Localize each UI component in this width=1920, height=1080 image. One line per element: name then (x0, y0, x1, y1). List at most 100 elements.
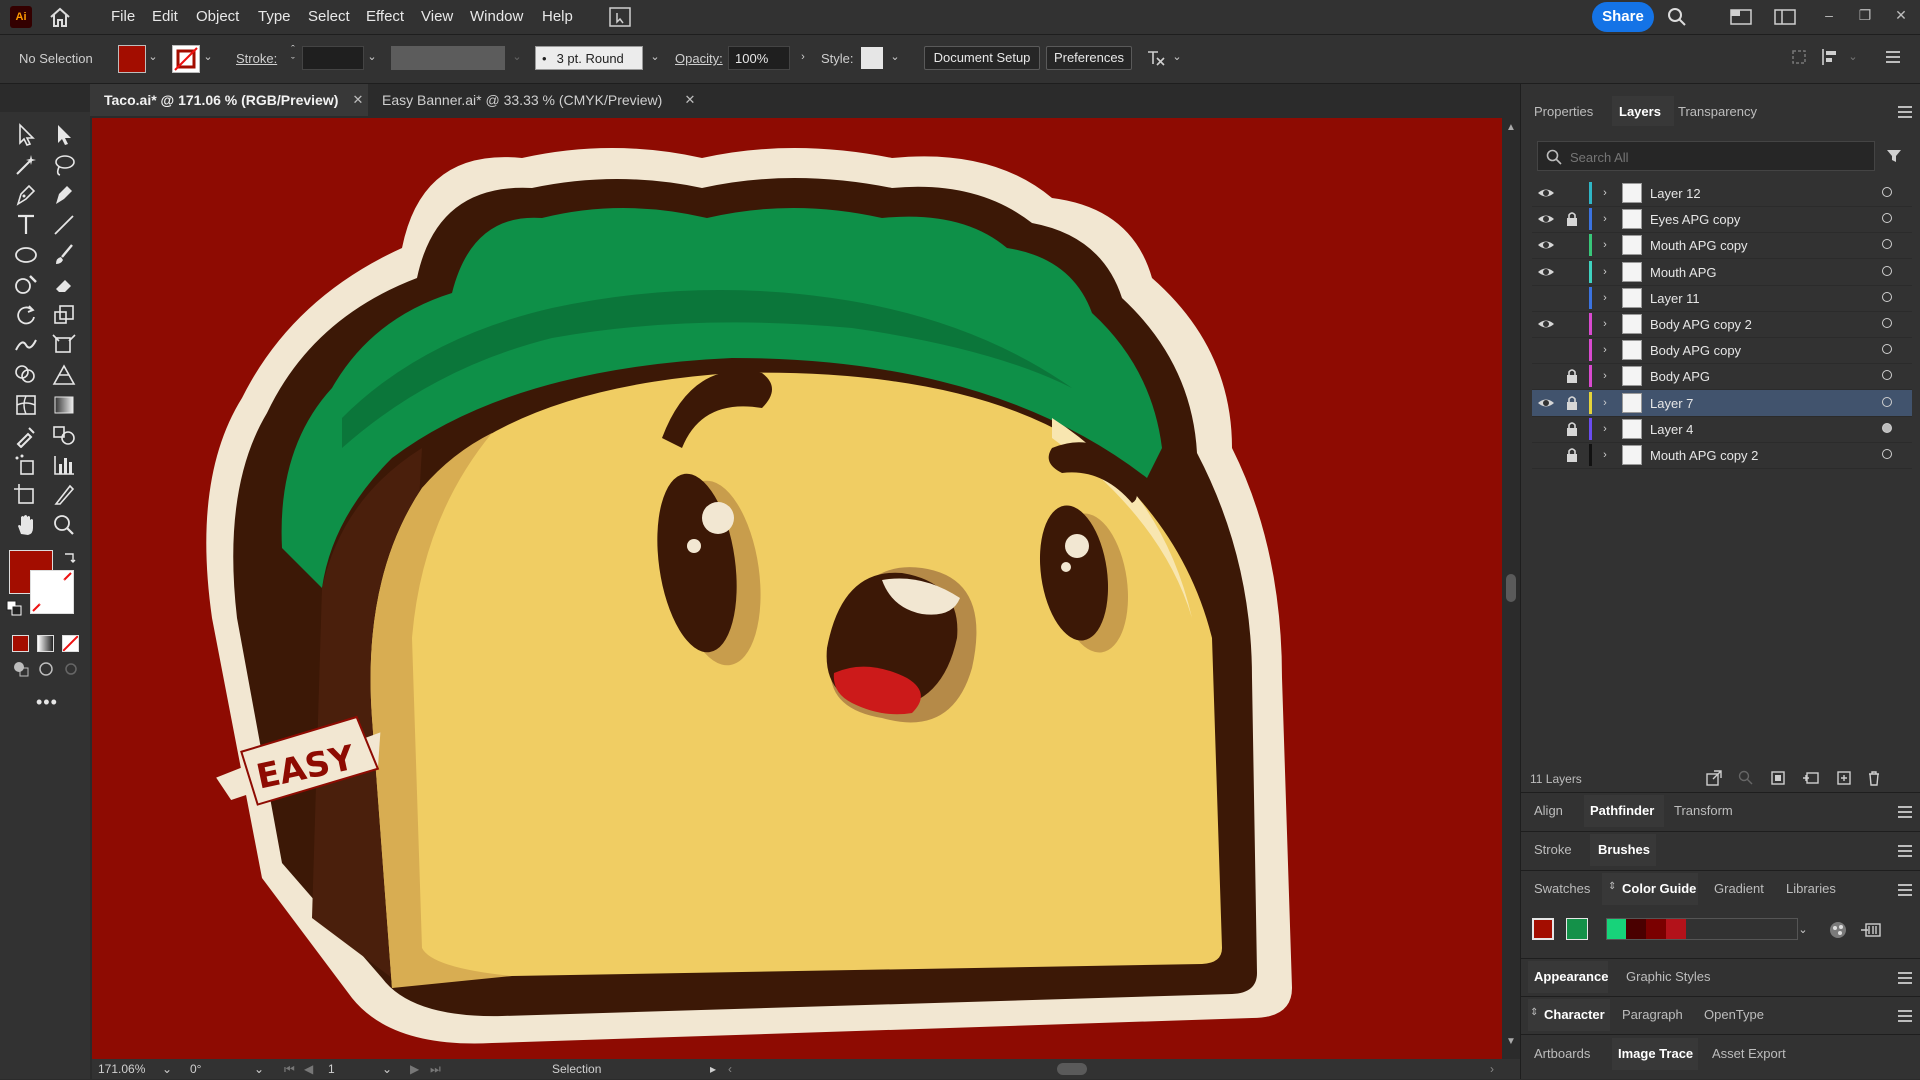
tab-layers-label[interactable]: Layers (1619, 104, 1661, 119)
close-tab-taco-icon[interactable]: ✕ (348, 84, 368, 116)
lock-toggle[interactable] (1562, 419, 1582, 439)
create-new-layer-icon[interactable] (1836, 770, 1852, 786)
artboard-chevron-icon[interactable]: ⌄ (382, 1062, 392, 1076)
mesh-tool-icon[interactable] (12, 392, 40, 418)
menu-file[interactable]: File (111, 8, 135, 25)
layer-row[interactable]: › Mouth APG copy (1532, 232, 1912, 260)
layer-name[interactable]: Layer 4 (1650, 422, 1693, 437)
arrange-documents-icon[interactable] (609, 7, 631, 27)
layer-name[interactable]: Mouth APG (1650, 265, 1716, 280)
search-icon[interactable] (1666, 7, 1688, 27)
tab-appearance-label[interactable]: Appearance (1534, 969, 1608, 984)
artboard-canvas[interactable]: EASY (92, 118, 1502, 1059)
paintbrush-tool-icon[interactable] (50, 242, 78, 268)
expand-chevron-icon[interactable]: › (1598, 315, 1612, 333)
target-circle-icon[interactable] (1882, 396, 1892, 407)
layer-name[interactable]: Layer 7 (1650, 396, 1693, 411)
magic-wand-tool-icon[interactable] (12, 152, 40, 178)
visibility-toggle[interactable] (1536, 314, 1556, 334)
control-bar-menu-icon[interactable] (1886, 51, 1900, 63)
tab-stroke-label[interactable]: Stroke (1534, 842, 1572, 857)
scroll-left-icon[interactable]: ‹ (728, 1062, 732, 1076)
zoom-chevron-icon[interactable]: ⌄ (162, 1062, 172, 1076)
gradient-mode-button[interactable] (37, 635, 54, 652)
shaper-tool-icon[interactable] (12, 272, 40, 298)
transform-icon[interactable] (1790, 48, 1808, 66)
tab-asset-export-label[interactable]: Asset Export (1712, 1046, 1786, 1061)
tab-character-label[interactable]: Character (1544, 1007, 1605, 1022)
visibility-toggle[interactable] (1536, 393, 1556, 413)
tab-brushes-label[interactable]: Brushes (1598, 842, 1650, 857)
lock-toggle[interactable] (1562, 340, 1582, 360)
opacity-arrow-icon[interactable]: › (796, 48, 810, 66)
eyedropper-tool-icon[interactable] (12, 422, 40, 448)
artboard-number[interactable]: 1 (328, 1062, 335, 1076)
minimize-icon[interactable]: – (1814, 4, 1844, 26)
export-layer-icon[interactable] (1706, 770, 1722, 786)
workspace-switcher-icon[interactable] (1730, 7, 1752, 27)
menu-view[interactable]: View (421, 8, 453, 25)
tab-artboards-label[interactable]: Artboards (1534, 1046, 1590, 1061)
delete-layer-icon[interactable] (1866, 770, 1882, 786)
layer-name[interactable]: Layer 11 (1650, 291, 1700, 306)
lock-toggle[interactable] (1562, 183, 1582, 203)
tab-paragraph-label[interactable]: Paragraph (1622, 1007, 1683, 1022)
harmony-swatch-2[interactable] (1606, 918, 1626, 940)
restore-icon[interactable]: ❐ (1850, 4, 1880, 26)
tab-swatches-label[interactable]: Swatches (1534, 881, 1590, 896)
draw-inside-icon[interactable] (62, 660, 80, 678)
make-clipping-mask-icon[interactable] (1770, 770, 1786, 786)
visibility-toggle[interactable] (1536, 183, 1556, 203)
layers-panel-menu-icon[interactable] (1898, 106, 1912, 118)
slice-tool-icon[interactable] (50, 482, 78, 508)
close-window-icon[interactable]: ✕ (1886, 4, 1916, 26)
harmony-rules-chevron-icon[interactable]: ⌄ (1796, 921, 1810, 939)
visibility-toggle[interactable] (1536, 340, 1556, 360)
selection-tool-icon[interactable] (12, 122, 40, 148)
layers-search-input[interactable] (1568, 146, 1862, 168)
appearance-panel-menu-icon[interactable] (1898, 972, 1912, 984)
locate-object-icon[interactable] (1738, 770, 1754, 786)
next-artboard-icon[interactable]: ▶ (410, 1062, 419, 1076)
stroke-label[interactable]: Stroke: (236, 51, 277, 66)
curvature-tool-icon[interactable] (50, 182, 78, 208)
scale-tool-icon[interactable] (50, 302, 78, 328)
layer-row[interactable]: › Body APG copy 2 (1532, 311, 1912, 338)
menu-select[interactable]: Select (308, 8, 350, 25)
layer-name[interactable]: Body APG copy 2 (1650, 317, 1752, 332)
fill-dropdown-chevron-icon[interactable]: ⌄ (146, 48, 160, 66)
visibility-toggle[interactable] (1536, 419, 1556, 439)
tab-graphic-styles-label[interactable]: Graphic Styles (1626, 969, 1711, 984)
layer-name[interactable]: Eyes APG copy (1650, 212, 1740, 227)
preferences-button[interactable]: Preferences (1046, 46, 1132, 70)
previous-artboard-icon[interactable]: ◀ (304, 1062, 313, 1076)
column-graph-tool-icon[interactable] (50, 452, 78, 478)
layer-row[interactable]: › Body APG copy (1532, 337, 1912, 365)
base-color-swatch[interactable] (1532, 918, 1554, 940)
lock-toggle[interactable] (1562, 209, 1582, 229)
brush-definition-field[interactable]: • 3 pt. Round (535, 46, 643, 70)
layer-row[interactable]: › Layer 4 (1532, 416, 1912, 443)
visibility-toggle[interactable] (1536, 209, 1556, 229)
line-segment-tool-icon[interactable] (50, 212, 78, 238)
lock-toggle[interactable] (1562, 262, 1582, 282)
stroke-stepper[interactable]: ˆˇ (286, 44, 300, 68)
lock-toggle[interactable] (1562, 393, 1582, 413)
align-icon[interactable] (1820, 48, 1840, 66)
menu-effect[interactable]: Effect (366, 8, 404, 25)
shape-builder-tool-icon[interactable] (12, 362, 40, 388)
ellipse-tool-icon[interactable] (12, 242, 40, 268)
tab-transform-label[interactable]: Transform (1674, 803, 1733, 818)
opacity-field[interactable]: 100% (728, 46, 790, 70)
pen-tool-icon[interactable] (12, 182, 40, 208)
harmony-swatch-5[interactable] (1666, 918, 1686, 940)
share-button[interactable]: Share (1592, 2, 1654, 32)
target-circle-icon[interactable] (1882, 370, 1892, 381)
layer-name[interactable]: Body APG copy (1650, 343, 1741, 358)
color-mode-button[interactable] (12, 635, 29, 652)
layer-row[interactable]: › Mouth APG copy 2 (1532, 442, 1912, 469)
lasso-tool-icon[interactable] (50, 152, 78, 178)
perspective-grid-tool-icon[interactable] (50, 362, 78, 388)
layer-row[interactable]: › Mouth APG (1532, 259, 1912, 286)
tab-color-guide-label[interactable]: Color Guide (1622, 881, 1696, 896)
